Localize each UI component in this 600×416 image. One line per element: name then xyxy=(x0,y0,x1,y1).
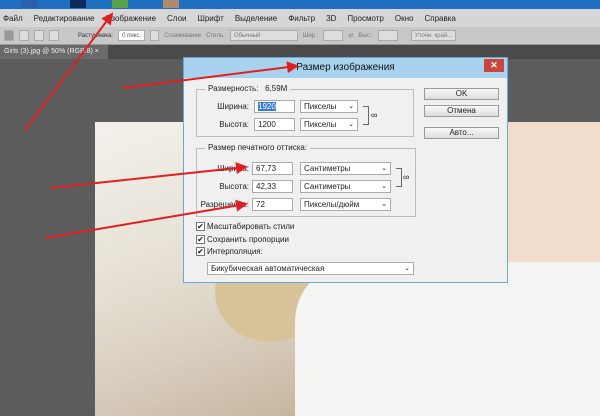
resolution-unit-select[interactable]: Пикселы/дюйм ⌄ xyxy=(300,198,391,211)
chevron-down-icon: ⌄ xyxy=(404,265,410,272)
resample-method-select[interactable]: Бикубическая автоматическая ⌄ xyxy=(207,262,414,275)
print-height-label: Высота: xyxy=(219,182,249,191)
ok-button[interactable]: OK xyxy=(424,88,499,100)
pixel-dimensions-group: Размерность: 6,59M Ширина: 1920 Пикселы ⌄… xyxy=(196,84,414,137)
menu-help[interactable]: Справка xyxy=(424,14,455,23)
height-label: Выс.: xyxy=(358,32,374,39)
pixel-width-unit-select[interactable]: Пикселы ⌄ xyxy=(300,100,358,113)
menu-3d[interactable]: 3D xyxy=(326,14,336,23)
word-icon[interactable] xyxy=(22,0,38,8)
options-bar: Растушевка: 0 пикс. Сглаживание Стиль: О… xyxy=(0,27,600,45)
width-input[interactable] xyxy=(323,30,344,41)
scale-styles-checkbox[interactable]: ✔ Масштабировать стили xyxy=(196,222,294,231)
antialias-checkbox[interactable] xyxy=(150,30,160,41)
menu-window[interactable]: Окно xyxy=(395,14,414,23)
menu-file[interactable]: Файл xyxy=(3,14,23,23)
height-input[interactable] xyxy=(378,30,399,41)
print-width-unit-select[interactable]: Сантиметры ⌄ xyxy=(300,162,391,175)
pixel-dimensions-label: Размерность: 6,59M xyxy=(205,84,291,93)
chevron-down-icon: ⌄ xyxy=(348,103,354,110)
auto-button[interactable]: Авто... xyxy=(424,127,499,139)
menu-view[interactable]: Просмотр xyxy=(347,14,384,23)
menu-layers[interactable]: Слои xyxy=(167,14,186,23)
print-size-label: Размер печатного оттиска: xyxy=(205,143,311,152)
chevron-down-icon: ⌄ xyxy=(348,121,354,128)
menu-select[interactable]: Выделение xyxy=(235,14,277,23)
pixel-width-input[interactable]: 1920 xyxy=(254,100,295,113)
chain-link-icon: ∞ xyxy=(371,110,378,120)
resample-checkbox[interactable]: ✔ Интерполяция: xyxy=(196,247,263,256)
menu-edit[interactable]: Редактирование xyxy=(34,14,95,23)
photo-region xyxy=(295,262,600,416)
style-label: Стиль: xyxy=(206,32,225,39)
print-size-group: Размер печатного оттиска: Ширина: 67,73 … xyxy=(196,143,416,217)
feather-label: Растушевка: xyxy=(78,32,114,39)
close-tab-icon[interactable]: × xyxy=(95,48,99,55)
feather-input[interactable]: 0 пикс. xyxy=(118,30,146,41)
chevron-down-icon: ⌄ xyxy=(381,165,387,172)
resolution-label: Разрешение: xyxy=(200,200,249,209)
refine-edge-button[interactable]: Уточн. край... xyxy=(411,30,457,41)
document-tab-title: Girls (3).jpg @ 50% (RGB/8) xyxy=(4,48,93,55)
print-height-unit-select[interactable]: Сантиметры ⌄ xyxy=(300,180,391,193)
checkmark-icon: ✔ xyxy=(196,247,205,256)
print-width-label: Ширина: xyxy=(217,164,249,173)
intersect-selection-icon[interactable] xyxy=(49,30,59,41)
photoshop-icon[interactable] xyxy=(70,0,86,8)
app-icon[interactable] xyxy=(112,0,128,8)
print-width-input[interactable]: 67,73 xyxy=(252,162,293,175)
cancel-button[interactable]: Отмена xyxy=(424,105,499,117)
menu-filter[interactable]: Фильтр xyxy=(288,14,315,23)
resolution-input[interactable]: 72 xyxy=(252,198,293,211)
swap-icon[interactable]: ⇄ xyxy=(348,32,353,39)
checkmark-icon: ✔ xyxy=(196,235,205,244)
pixel-height-input[interactable]: 1200 xyxy=(254,118,295,131)
menu-image[interactable]: Изображение xyxy=(106,14,156,23)
new-selection-icon[interactable] xyxy=(4,30,14,41)
chevron-down-icon: ⌄ xyxy=(381,201,387,208)
style-select[interactable]: Обычный xyxy=(229,30,298,41)
link-bracket xyxy=(363,106,369,125)
subtract-selection-icon[interactable] xyxy=(34,30,44,41)
width-label: Шир.: xyxy=(302,32,319,39)
checkmark-icon: ✔ xyxy=(196,222,205,231)
taskbar xyxy=(0,0,600,9)
antialias-label: Сглаживание xyxy=(164,32,202,39)
height-label: Высота: xyxy=(219,120,249,129)
print-height-input[interactable]: 42,33 xyxy=(252,180,293,193)
menu-type[interactable]: Шрифт xyxy=(197,14,223,23)
image-size-dialog: Размер изображения ✕ Размерность: 6,59M … xyxy=(183,57,508,283)
link-bracket xyxy=(396,168,402,187)
pixel-height-unit-select[interactable]: Пикселы ⌄ xyxy=(300,118,358,131)
close-icon[interactable]: ✕ xyxy=(484,59,504,72)
menu-bar: Файл Редактирование Изображение Слои Шри… xyxy=(0,9,600,27)
pixel-dimensions-value: 6,59M xyxy=(265,84,288,93)
chain-link-icon: ∞ xyxy=(403,172,410,182)
width-label: Ширина: xyxy=(217,102,249,111)
chevron-down-icon: ⌄ xyxy=(381,183,387,190)
document-tab[interactable]: Girls (3).jpg @ 50% (RGB/8) × xyxy=(0,45,108,59)
constrain-proportions-checkbox[interactable]: ✔ Сохранить пропорции xyxy=(196,235,289,244)
app-icon[interactable] xyxy=(163,0,179,8)
dialog-title: Размер изображения xyxy=(184,58,507,78)
add-selection-icon[interactable] xyxy=(19,30,29,41)
